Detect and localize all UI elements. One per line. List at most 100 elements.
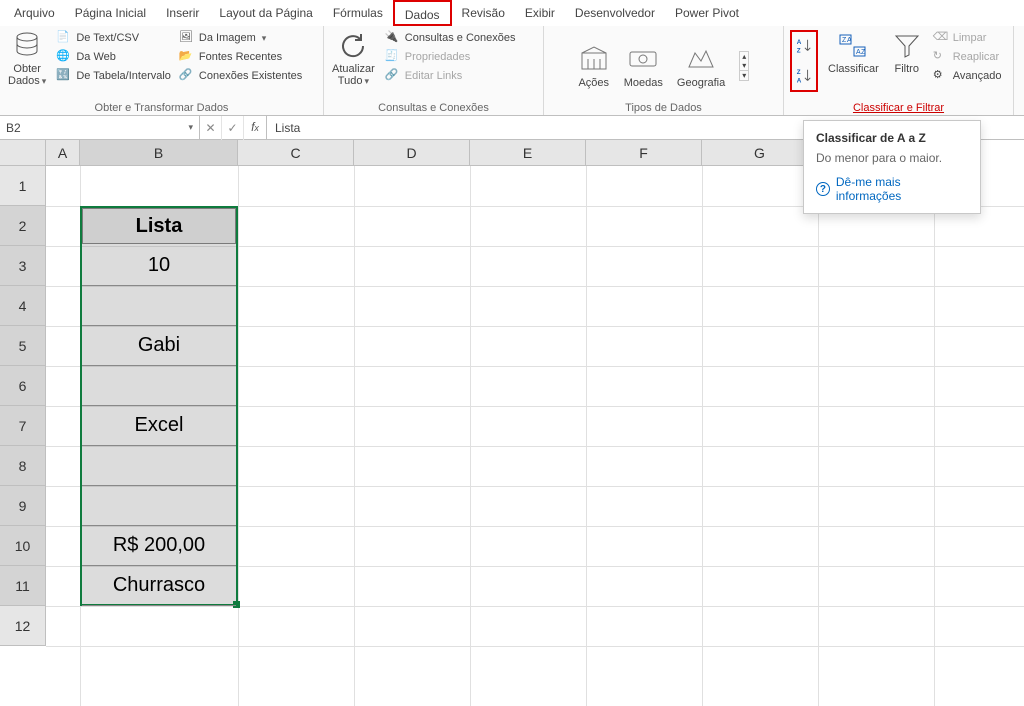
- cell-B10[interactable]: R$ 200,00: [82, 526, 236, 566]
- tooltip-title: Classificar de A a Z: [816, 131, 968, 145]
- scroll-down-icon[interactable]: ▾: [740, 61, 748, 70]
- geography-icon: [685, 43, 717, 75]
- globe-icon: 🌐: [56, 49, 72, 65]
- row-header-1[interactable]: 1: [0, 166, 46, 206]
- svg-text:A: A: [856, 49, 861, 56]
- sort-asc-button[interactable]: AZ: [794, 34, 814, 58]
- tab-inserir[interactable]: Inserir: [156, 0, 209, 26]
- group-label-sortfilter: Classificar e Filtrar: [790, 102, 1007, 114]
- classificar-button[interactable]: ZAAZ Classificar: [826, 30, 881, 75]
- chevron-down-icon[interactable]: ▾: [188, 122, 193, 133]
- col-header-B[interactable]: B: [80, 140, 238, 166]
- datatype-acoes[interactable]: Ações: [578, 43, 610, 89]
- datatype-moedas-label: Moedas: [624, 77, 663, 89]
- filtro-button[interactable]: Filtro: [889, 30, 925, 75]
- row-header-6[interactable]: 6: [0, 366, 46, 406]
- cell-B6[interactable]: [82, 366, 236, 406]
- datatype-moedas[interactable]: Moedas: [624, 43, 663, 89]
- row-header-7[interactable]: 7: [0, 406, 46, 446]
- cell-B9[interactable]: [82, 486, 236, 526]
- col-header-G[interactable]: G: [702, 140, 818, 166]
- fx-icon[interactable]: fx: [244, 115, 266, 140]
- row-header-5[interactable]: 5: [0, 326, 46, 366]
- spreadsheet-grid[interactable]: ABCDEFG123456789101112Lista10GabiExcelR$…: [0, 140, 1024, 682]
- stocks-icon: [578, 43, 610, 75]
- datatype-acoes-label: Ações: [578, 77, 609, 89]
- select-all-corner[interactable]: [0, 140, 46, 166]
- row-header-2[interactable]: 2: [0, 206, 46, 246]
- help-icon: ?: [816, 182, 830, 196]
- tooltip-more-text: Dê-me mais informações: [836, 175, 968, 203]
- tab-pagina-inicial[interactable]: Página Inicial: [65, 0, 156, 26]
- name-box[interactable]: B2 ▾: [0, 116, 200, 139]
- recent-icon: 📂: [179, 49, 195, 65]
- row-header-3[interactable]: 3: [0, 246, 46, 286]
- datatype-geografia[interactable]: Geografia: [677, 43, 725, 89]
- row-header-9[interactable]: 9: [0, 486, 46, 526]
- cell-B11[interactable]: Churrasco: [82, 566, 236, 606]
- atualizar-tudo-button[interactable]: Atualizar Tudo: [330, 30, 377, 87]
- col-header-E[interactable]: E: [470, 140, 586, 166]
- tab-arquivo[interactable]: Arquivo: [4, 0, 65, 26]
- image-icon: 🖼: [179, 30, 195, 46]
- accept-formula-icon[interactable]: ✓: [222, 116, 244, 140]
- svg-text:Z: Z: [842, 37, 847, 44]
- table-icon: 🔣: [56, 68, 72, 84]
- ribbon: Obter Dados 📄De Text/CSV 🌐Da Web 🔣De Tab…: [0, 26, 1024, 116]
- cell-B3[interactable]: 10: [82, 246, 236, 286]
- col-header-F[interactable]: F: [586, 140, 702, 166]
- propriedades: 🧾Propriedades: [385, 49, 516, 65]
- group-label-obter: Obter e Transformar Dados: [6, 102, 317, 114]
- cell-B2-header[interactable]: Lista: [82, 208, 236, 244]
- svg-text:A: A: [797, 77, 802, 84]
- formula-controls: ✕ ✓ fx: [200, 116, 267, 139]
- expand-icon[interactable]: ▾: [740, 70, 748, 80]
- svg-text:Z: Z: [797, 69, 801, 76]
- col-header-D[interactable]: D: [354, 140, 470, 166]
- advanced-filter-icon: ⚙: [933, 68, 949, 84]
- de-tabela-intervalo[interactable]: 🔣De Tabela/Intervalo: [56, 68, 171, 84]
- obter-dados-button[interactable]: Obter Dados: [6, 30, 48, 87]
- consultas-conexoes[interactable]: 🔌Consultas e Conexões: [385, 30, 516, 46]
- sort-desc-button[interactable]: ZA: [794, 64, 814, 88]
- avancado[interactable]: ⚙Avançado: [933, 68, 1002, 84]
- tab-powerpivot[interactable]: Power Pivot: [665, 0, 749, 26]
- cell-B5[interactable]: Gabi: [82, 326, 236, 366]
- row-header-11[interactable]: 11: [0, 566, 46, 606]
- file-text-icon: 📄: [56, 30, 72, 46]
- da-imagem[interactable]: 🖼Da Imagem: [179, 30, 302, 46]
- group-label-consultas: Consultas e Conexões: [330, 102, 537, 114]
- scroll-up-icon[interactable]: ▴: [740, 52, 748, 61]
- tab-formulas[interactable]: Fórmulas: [323, 0, 393, 26]
- de-text-csv[interactable]: 📄De Text/CSV: [56, 30, 171, 46]
- editar-links: 🔗Editar Links: [385, 68, 516, 84]
- tab-desenvolvedor[interactable]: Desenvolvedor: [565, 0, 665, 26]
- cell-B8[interactable]: [82, 446, 236, 486]
- fontes-recentes[interactable]: 📂Fontes Recentes: [179, 49, 302, 65]
- conexoes-existentes[interactable]: 🔗Conexões Existentes: [179, 68, 302, 84]
- row-header-4[interactable]: 4: [0, 286, 46, 326]
- svg-text:Z: Z: [797, 47, 801, 54]
- clear-filter-icon: ⌫: [933, 30, 949, 46]
- row-header-8[interactable]: 8: [0, 446, 46, 486]
- cell-B4[interactable]: [82, 286, 236, 326]
- currency-icon: [627, 43, 659, 75]
- tooltip-more-link[interactable]: ? Dê-me mais informações: [816, 175, 968, 203]
- svg-text:A: A: [797, 39, 802, 46]
- edit-links-icon: 🔗: [385, 68, 401, 84]
- row-header-12[interactable]: 12: [0, 606, 46, 646]
- row-header-10[interactable]: 10: [0, 526, 46, 566]
- name-box-text: B2: [6, 121, 21, 135]
- tab-layout-pagina[interactable]: Layout da Página: [209, 0, 322, 26]
- tab-dados[interactable]: Dados: [393, 0, 452, 26]
- da-web[interactable]: 🌐Da Web: [56, 49, 171, 65]
- col-header-A[interactable]: A: [46, 140, 80, 166]
- cell-B7[interactable]: Excel: [82, 406, 236, 446]
- group-label-tipos: Tipos de Dados: [550, 102, 777, 114]
- svg-text:Z: Z: [861, 49, 866, 56]
- cancel-formula-icon[interactable]: ✕: [200, 116, 222, 140]
- tab-exibir[interactable]: Exibir: [515, 0, 565, 26]
- tab-revisao[interactable]: Revisão: [452, 0, 515, 26]
- link-icon: 🔗: [179, 68, 195, 84]
- col-header-C[interactable]: C: [238, 140, 354, 166]
